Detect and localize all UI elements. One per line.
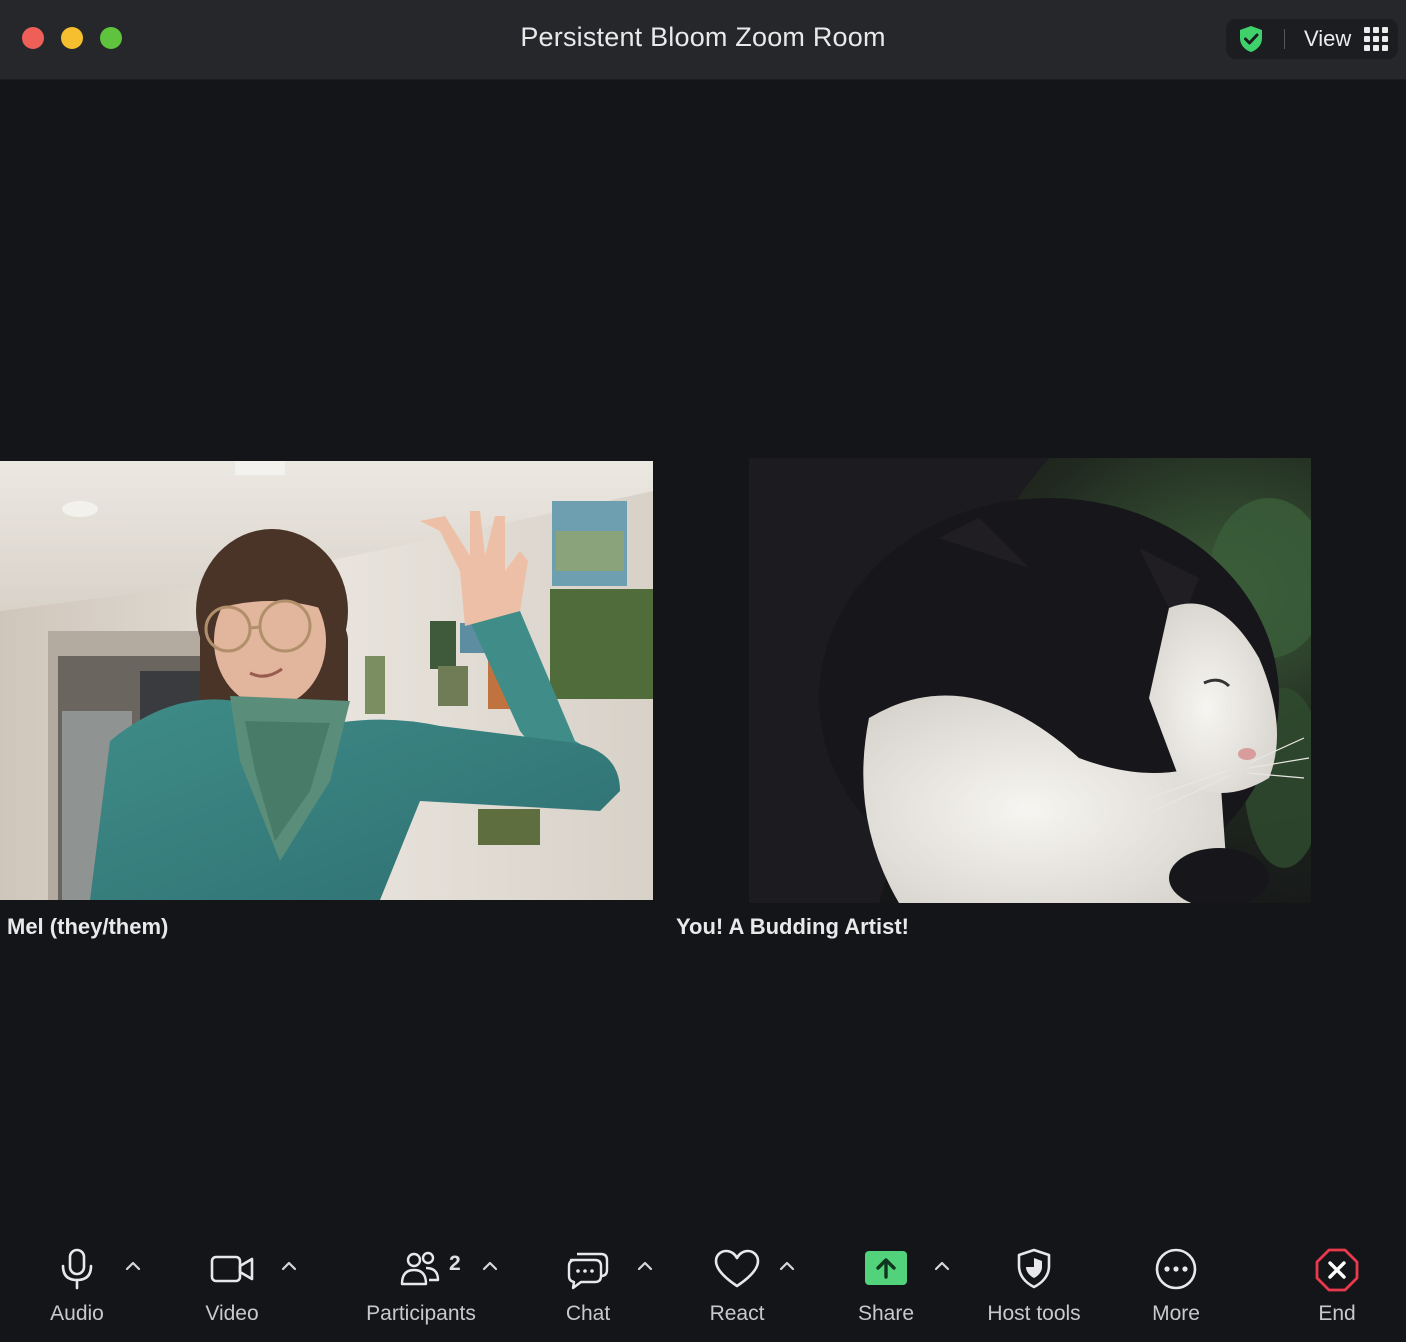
share-options-caret-icon[interactable]: [932, 1256, 952, 1276]
participants-icon: [400, 1251, 440, 1286]
react-options-caret-icon[interactable]: [777, 1256, 797, 1276]
meeting-toolbar: Audio Video 2 Participants Chat React Sh…: [0, 1230, 1406, 1342]
host-tools-label: Host tools: [987, 1302, 1081, 1325]
window-title: Persistent Bloom Zoom Room: [520, 22, 886, 52]
participants-options-caret-icon[interactable]: [480, 1256, 500, 1276]
view-button[interactable]: View: [1304, 26, 1351, 52]
chat-bubble-icon: [567, 1252, 609, 1290]
you-video-feed: [749, 458, 1311, 903]
host-tools-button[interactable]: Host tools: [980, 1230, 1090, 1342]
participants-label: Participants: [366, 1302, 476, 1325]
video-options-caret-icon[interactable]: [279, 1256, 299, 1276]
end-label: End: [1318, 1302, 1356, 1325]
end-meeting-button[interactable]: End: [1300, 1230, 1375, 1342]
title-bar: Persistent Bloom Zoom Room View: [0, 0, 1406, 80]
chat-options-caret-icon[interactable]: [635, 1256, 655, 1276]
audio-options-caret-icon[interactable]: [123, 1256, 143, 1276]
heart-icon: [714, 1249, 760, 1288]
react-label: React: [709, 1302, 765, 1325]
mel-video-feed: [0, 461, 653, 900]
video-camera-icon: [210, 1255, 254, 1283]
participants-button[interactable]: 2 Participants: [360, 1230, 480, 1342]
end-meeting-icon: [1315, 1248, 1359, 1292]
participant-name-you: You! A Budding Artist!: [676, 914, 909, 939]
participants-count: 2: [449, 1252, 461, 1275]
chat-button[interactable]: Chat: [552, 1230, 627, 1342]
participant-name-mel: Mel (they/them): [7, 914, 169, 939]
grid-view-icon[interactable]: [1364, 27, 1388, 51]
video-label: Video: [205, 1302, 259, 1325]
video-tile-you[interactable]: [749, 458, 1311, 903]
react-button[interactable]: React: [700, 1230, 775, 1342]
microphone-icon: [61, 1248, 93, 1290]
chat-label: Chat: [565, 1302, 611, 1325]
share-label: Share: [857, 1302, 915, 1325]
video-button[interactable]: Video: [195, 1230, 270, 1342]
more-options-icon: [1155, 1248, 1197, 1290]
video-tile-mel[interactable]: [0, 461, 653, 900]
view-controls: View: [1226, 19, 1398, 59]
host-shield-icon: [1017, 1248, 1051, 1289]
share-screen-icon: [865, 1251, 907, 1285]
security-shield-icon[interactable]: [1236, 24, 1266, 54]
more-label: More: [1152, 1302, 1200, 1325]
more-button[interactable]: More: [1140, 1230, 1215, 1342]
audio-button[interactable]: Audio: [40, 1230, 115, 1342]
view-divider: [1284, 29, 1285, 49]
audio-label: Audio: [50, 1302, 104, 1325]
share-screen-button[interactable]: Share: [848, 1230, 923, 1342]
